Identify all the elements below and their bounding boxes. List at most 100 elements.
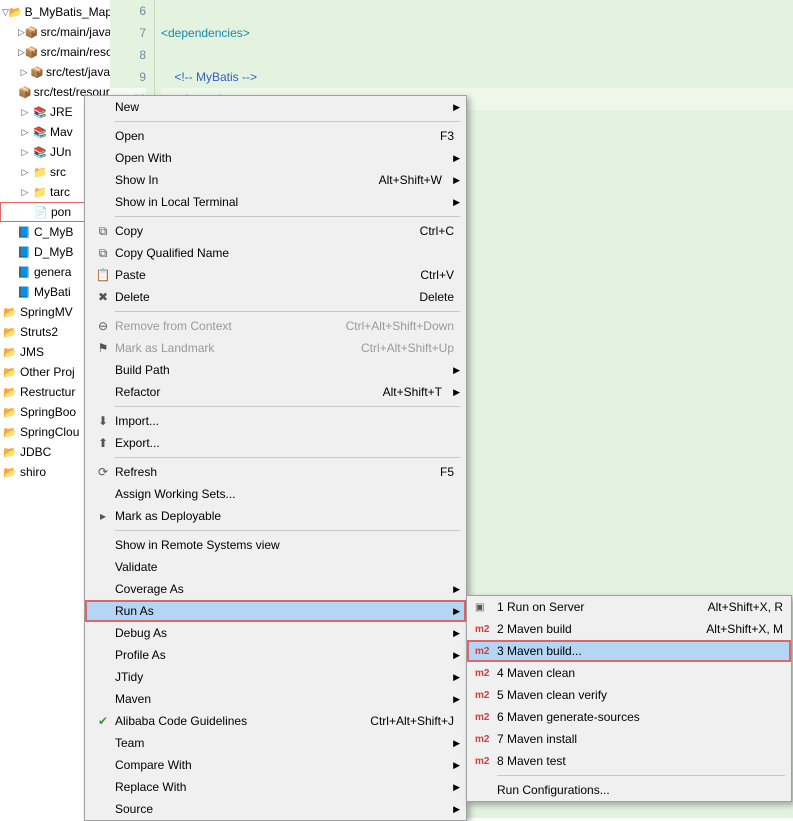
tree-item[interactable]: ▷📦src/main/java <box>0 22 110 42</box>
menu-label: 6 Maven generate-sources <box>497 710 783 724</box>
project-icon: 📘 <box>16 264 32 280</box>
context-menu[interactable]: New▶ OpenF3 Open With▶ Show InAlt+Shift+… <box>84 95 467 821</box>
menu-label: 5 Maven clean verify <box>497 688 783 702</box>
tree-label: C_MyB <box>34 225 73 239</box>
menu-copy[interactable]: ⧉CopyCtrl+C <box>85 220 466 242</box>
chevron-right-icon[interactable]: ▷ <box>18 25 25 39</box>
run-as-submenu[interactable]: ▣1 Run on ServerAlt+Shift+X, R m22 Maven… <box>466 595 792 802</box>
chevron-right-icon: ▶ <box>448 804 460 815</box>
menu-refactor[interactable]: RefactorAlt+Shift+T▶ <box>85 381 466 403</box>
menu-maven[interactable]: Maven▶ <box>85 688 466 710</box>
project-icon: 📂 <box>2 304 18 320</box>
menu-build-path[interactable]: Build Path▶ <box>85 359 466 381</box>
tree-label: Struts2 <box>20 325 58 339</box>
copy-icon: ⧉ <box>91 246 115 261</box>
package-icon: 📦 <box>30 64 44 80</box>
menu-run-as[interactable]: Run As▶ <box>85 600 466 622</box>
server-icon: ▣ <box>475 602 497 613</box>
submenu-run-on-server[interactable]: ▣1 Run on ServerAlt+Shift+X, R <box>467 596 791 618</box>
menu-export[interactable]: ⬆Export... <box>85 432 466 454</box>
chevron-right-icon: ▶ <box>448 760 460 771</box>
menu-delete[interactable]: ✖DeleteDelete <box>85 286 466 308</box>
menu-source[interactable]: Source▶ <box>85 798 466 820</box>
menu-mark-deployable[interactable]: ▸Mark as Deployable <box>85 505 466 527</box>
shortcut: Delete <box>419 290 460 304</box>
chevron-right-icon: ▶ <box>448 102 460 113</box>
tree-item-root[interactable]: ▽📂B_MyBatis_Mapper <box>0 2 110 22</box>
submenu-maven-build[interactable]: m22 Maven buildAlt+Shift+X, M <box>467 618 791 640</box>
menu-show-remote[interactable]: Show in Remote Systems view <box>85 534 466 556</box>
menu-label: Replace With <box>115 780 448 794</box>
menu-label: Assign Working Sets... <box>115 487 460 501</box>
menu-label: Show in Local Terminal <box>115 195 448 209</box>
submenu-maven-clean-verify[interactable]: m25 Maven clean verify <box>467 684 791 706</box>
menu-debug-as[interactable]: Debug As▶ <box>85 622 466 644</box>
tree-label: src/main/resources <box>41 45 110 59</box>
separator <box>85 403 466 410</box>
menu-open[interactable]: OpenF3 <box>85 125 466 147</box>
chevron-right-icon[interactable]: ▷ <box>18 105 32 119</box>
menu-label: 7 Maven install <box>497 732 783 746</box>
shortcut: Alt+Shift+X, M <box>706 622 783 636</box>
import-icon: ⬇ <box>91 414 115 428</box>
chevron-right-icon[interactable]: ▷ <box>18 145 32 159</box>
chevron-right-icon: ▶ <box>448 672 460 683</box>
submenu-maven-clean[interactable]: m24 Maven clean <box>467 662 791 684</box>
tree-label: SpringBoo <box>20 405 76 419</box>
menu-label: Debug As <box>115 626 448 640</box>
menu-coverage-as[interactable]: Coverage As▶ <box>85 578 466 600</box>
tree-label: JUn <box>50 145 71 159</box>
menu-label: Run Configurations... <box>497 783 783 797</box>
submenu-maven-build-dots[interactable]: m23 Maven build... <box>467 640 791 662</box>
chevron-right-icon: ▶ <box>448 628 460 639</box>
chevron-right-icon[interactable]: ▷ <box>18 125 32 139</box>
m2-icon: m2 <box>475 624 497 635</box>
landmark-icon: ⚑ <box>91 341 115 355</box>
separator <box>85 527 466 534</box>
submenu-maven-install[interactable]: m27 Maven install <box>467 728 791 750</box>
project-icon: 📘 <box>16 284 32 300</box>
project-icon: 📘 <box>16 224 32 240</box>
menu-team[interactable]: Team▶ <box>85 732 466 754</box>
menu-validate[interactable]: Validate <box>85 556 466 578</box>
chevron-right-icon: ▶ <box>448 606 460 617</box>
tree-label: src/main/java <box>41 25 110 39</box>
menu-profile-as[interactable]: Profile As▶ <box>85 644 466 666</box>
chevron-right-icon[interactable]: ▷ <box>18 65 30 79</box>
menu-copy-qualified[interactable]: ⧉Copy Qualified Name <box>85 242 466 264</box>
menu-label: Show in Remote Systems view <box>115 538 460 552</box>
menu-import[interactable]: ⬇Import... <box>85 410 466 432</box>
menu-open-with[interactable]: Open With▶ <box>85 147 466 169</box>
menu-show-local-terminal[interactable]: Show in Local Terminal▶ <box>85 191 466 213</box>
separator <box>85 118 466 125</box>
project-icon: 📂 <box>9 4 23 20</box>
menu-label: Validate <box>115 560 460 574</box>
tree-item[interactable]: ▷📦src/test/java <box>0 62 110 82</box>
menu-compare-with[interactable]: Compare With▶ <box>85 754 466 776</box>
menu-show-in[interactable]: Show InAlt+Shift+W▶ <box>85 169 466 191</box>
m2-icon: m2 <box>475 734 497 745</box>
project-icon: 📂 <box>2 424 18 440</box>
menu-label: Source <box>115 802 448 816</box>
project-icon: 📂 <box>2 344 18 360</box>
separator <box>85 454 466 461</box>
menu-alibaba[interactable]: ✔Alibaba Code GuidelinesCtrl+Alt+Shift+J <box>85 710 466 732</box>
submenu-run-configurations[interactable]: Run Configurations... <box>467 779 791 801</box>
chevron-right-icon[interactable]: ▷ <box>18 165 32 179</box>
chevron-down-icon[interactable]: ▽ <box>2 5 9 19</box>
menu-assign-working-sets[interactable]: Assign Working Sets... <box>85 483 466 505</box>
menu-jtidy[interactable]: JTidy▶ <box>85 666 466 688</box>
tree-item[interactable]: ▷📦src/main/resources <box>0 42 110 62</box>
menu-new[interactable]: New▶ <box>85 96 466 118</box>
tree-label: JRE <box>50 105 73 119</box>
submenu-maven-generate-sources[interactable]: m26 Maven generate-sources <box>467 706 791 728</box>
menu-label: Copy Qualified Name <box>115 246 460 260</box>
menu-paste[interactable]: 📋PasteCtrl+V <box>85 264 466 286</box>
submenu-maven-test[interactable]: m28 Maven test <box>467 750 791 772</box>
menu-label: Open With <box>115 151 448 165</box>
menu-replace-with[interactable]: Replace With▶ <box>85 776 466 798</box>
m2-icon: m2 <box>475 756 497 767</box>
menu-refresh[interactable]: ⟳RefreshF5 <box>85 461 466 483</box>
chevron-right-icon[interactable]: ▷ <box>18 45 25 59</box>
chevron-right-icon[interactable]: ▷ <box>18 185 32 199</box>
